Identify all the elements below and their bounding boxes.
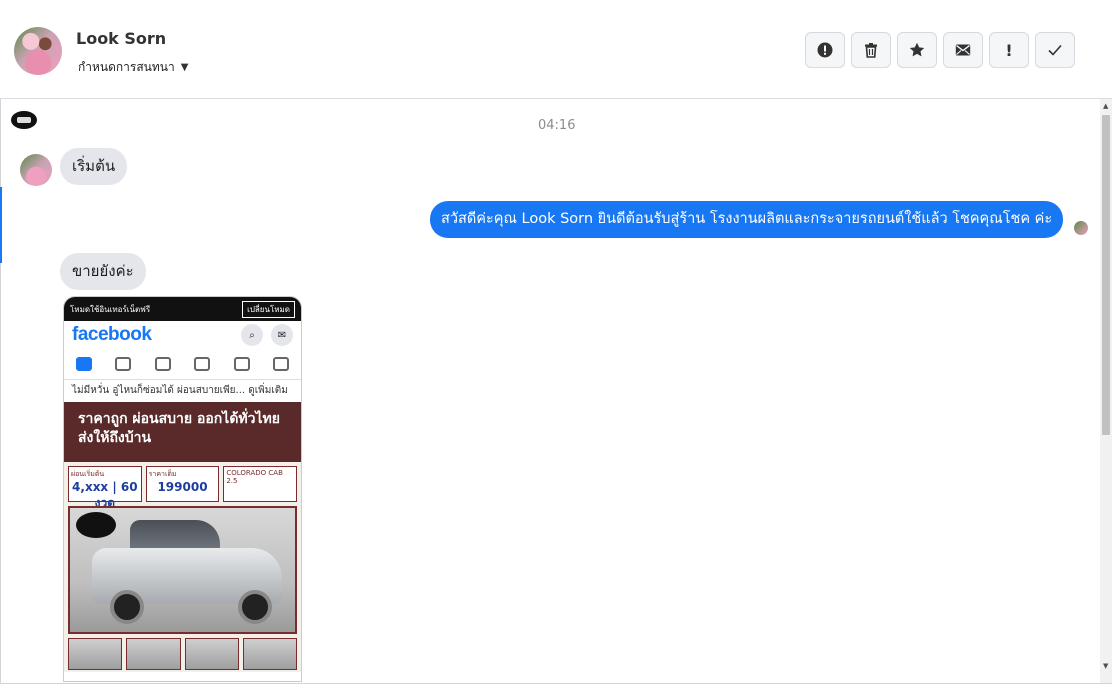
page-logo	[11, 111, 37, 129]
installment-box: ผ่อนเริ่มต้น 4,xxx | 60 งวด	[68, 466, 142, 510]
price-label: ราคาเต็ม	[148, 470, 177, 478]
friends-icon	[115, 357, 132, 371]
messenger-icon: ✉	[271, 324, 293, 346]
message-thread[interactable]: 04:16 เริ่มต้น สวัสดีค่ะคุณ Look Sorn ยิ…	[0, 99, 1100, 683]
envelope-icon	[955, 44, 971, 56]
home-icon	[75, 357, 92, 371]
attachment-nav-bar	[64, 349, 301, 380]
mark-unread-button[interactable]	[943, 32, 983, 68]
model-text: COLORADO CAB 2.5	[226, 469, 283, 485]
selection-indicator	[0, 187, 2, 263]
assign-conversation-dropdown[interactable]: กำหนดการสนทนา ▼	[78, 58, 188, 77]
outgoing-message[interactable]: สวัสดีค่ะคุณ Look Sorn ยินดีต้อนรับสู่ร้…	[430, 201, 1064, 238]
attachment-ad-image: ผ่อนเริ่มต้น 4,xxx | 60 งวด ราคาเต็ม 199…	[64, 462, 301, 672]
installment-label: ผ่อนเริ่มต้น	[71, 470, 105, 478]
thumbnail	[126, 638, 181, 670]
check-icon	[1048, 44, 1062, 56]
conversation-toolbar: !	[805, 32, 1075, 68]
incoming-message[interactable]: ขายยังค่ะ	[60, 253, 146, 290]
conversation-header: Look Sorn กำหนดการสนทนา ▼ !	[0, 0, 1112, 99]
incoming-message[interactable]: เริ่มต้น	[60, 148, 128, 185]
follow-up-label: !	[1005, 40, 1013, 60]
message-timestamp: 04:16	[538, 118, 576, 133]
spam-button[interactable]	[805, 32, 845, 68]
thumbnail	[242, 638, 297, 670]
scroll-down-icon[interactable]: ▼	[1103, 662, 1108, 670]
marketplace-icon	[194, 357, 211, 371]
star-button[interactable]	[897, 32, 937, 68]
menu-icon	[273, 357, 290, 371]
attachment-banner: ราคาถูก ผ่อนสบาย ออกได้ทั่วไทย ส่งให้ถึง…	[64, 402, 301, 462]
read-receipt-avatar	[1074, 221, 1088, 235]
attachment-caption: ไม่มีหวั่น อู่ไหนก็ซ่อมได้ ผ่อนสบายเพีย.…	[72, 385, 288, 396]
sender-avatar[interactable]	[20, 154, 52, 186]
banner-line-1: ราคาถูก ผ่อนสบาย ออกได้ทั่วไทย	[78, 411, 280, 427]
follow-up-button[interactable]: !	[989, 32, 1029, 68]
scroll-up-icon[interactable]: ▲	[1103, 102, 1108, 110]
bell-icon	[233, 357, 250, 371]
price-value: 199000	[157, 480, 208, 494]
vertical-scrollbar[interactable]: ▲ ▼	[1100, 99, 1112, 683]
mark-done-button[interactable]	[1035, 32, 1075, 68]
shop-logo	[76, 512, 116, 538]
caret-down-icon: ▼	[180, 62, 189, 73]
image-attachment[interactable]: โหมดใช้อินเทอร์เน็ตฟรี เปลี่ยนโหมด faceb…	[63, 296, 302, 682]
trash-icon	[865, 43, 877, 58]
wheel	[238, 590, 272, 624]
truck-photo	[68, 506, 297, 634]
model-box: COLORADO CAB 2.5	[223, 466, 298, 502]
thumbnail	[68, 638, 123, 670]
thumbnail	[184, 638, 239, 670]
contact-name[interactable]: Look Sorn	[76, 29, 166, 48]
attachment-app-bar: facebook ⌕ ✉	[64, 321, 301, 349]
assign-label: กำหนดการสนทนา	[78, 60, 175, 74]
scrollbar-thumb[interactable]	[1102, 115, 1110, 435]
alert-circle-icon	[817, 42, 833, 58]
contact-avatar[interactable]	[14, 27, 62, 75]
delete-button[interactable]	[851, 32, 891, 68]
banner-line-2: ส่งให้ถึงบ้าน	[78, 430, 152, 446]
price-box: ราคาเต็ม 199000	[145, 466, 220, 502]
search-icon: ⌕	[241, 324, 263, 346]
data-mode-text: โหมดใช้อินเทอร์เน็ตฟรี	[70, 304, 151, 314]
attachment-top-bar: โหมดใช้อินเทอร์เน็ตฟรี เปลี่ยนโหมด	[64, 297, 301, 321]
video-icon	[154, 357, 171, 371]
thumbnail-strip	[68, 638, 297, 670]
star-icon	[909, 42, 925, 57]
wheel	[110, 590, 144, 624]
facebook-logo: facebook	[72, 324, 152, 345]
change-mode-label: เปลี่ยนโหมด	[242, 300, 295, 318]
